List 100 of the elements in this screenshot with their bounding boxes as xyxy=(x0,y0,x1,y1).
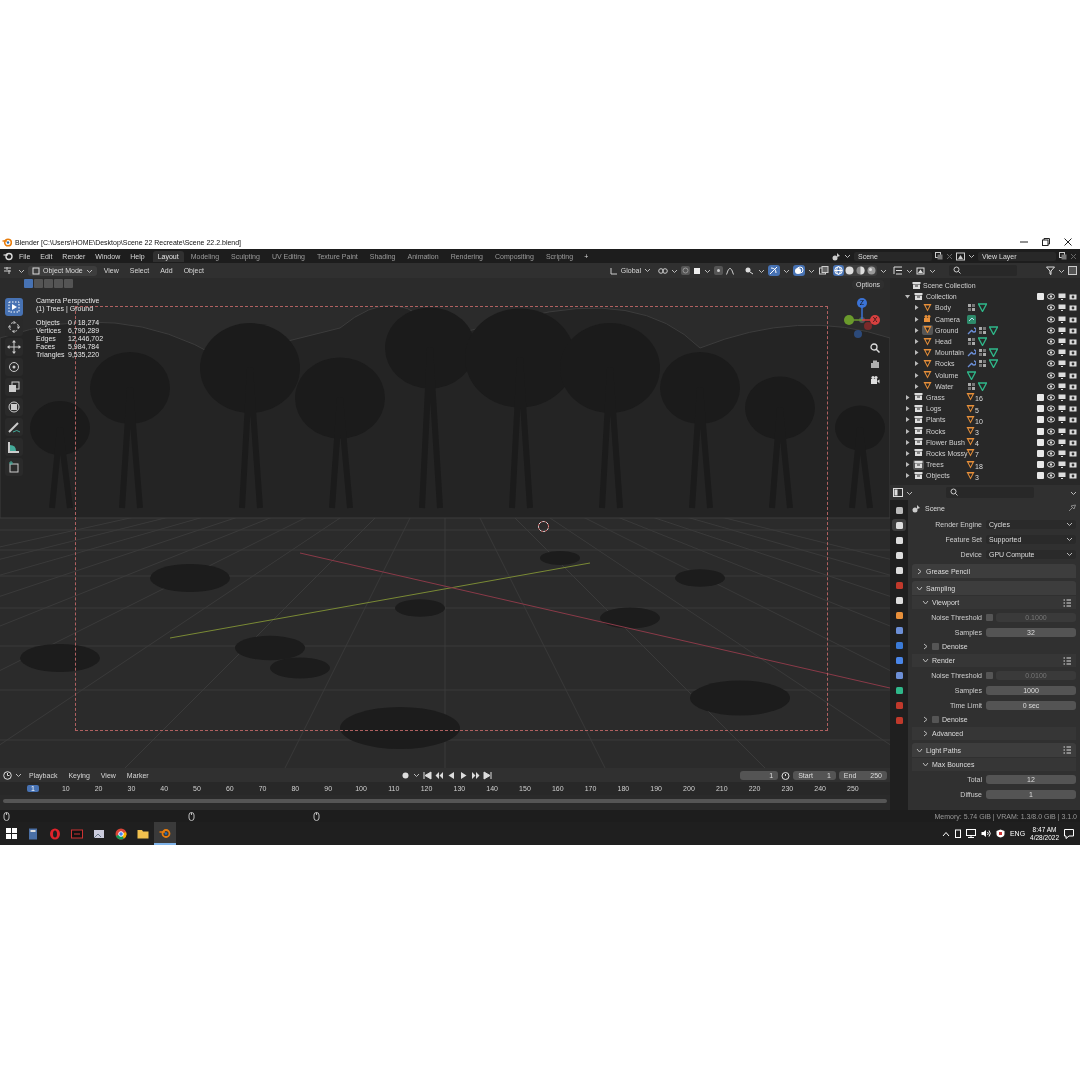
monitor-icon[interactable] xyxy=(1058,304,1066,312)
timeline-scrollbar[interactable] xyxy=(3,799,887,803)
collection-icon[interactable] xyxy=(914,426,923,436)
previous-keyframe-icon[interactable] xyxy=(434,770,444,780)
chevron-icon[interactable] xyxy=(916,567,923,575)
modifier-tab-icon[interactable] xyxy=(894,625,904,635)
checkbox[interactable] xyxy=(932,643,939,650)
annotate-tool-icon[interactable] xyxy=(7,420,21,434)
chevron-icon[interactable] xyxy=(916,584,923,592)
render-camera-icon[interactable] xyxy=(1069,405,1077,413)
presets-icon[interactable] xyxy=(1063,598,1072,607)
wrench-icon[interactable] xyxy=(967,325,976,335)
presets-icon[interactable] xyxy=(1063,746,1072,754)
world-tab-icon[interactable] xyxy=(894,580,904,590)
3d-cursor-icon[interactable] xyxy=(537,520,550,533)
output-tab-icon[interactable] xyxy=(894,535,904,545)
monitor-icon[interactable] xyxy=(1058,315,1066,323)
collection-icon[interactable] xyxy=(914,459,923,469)
play-icon[interactable] xyxy=(458,770,468,780)
transform-tool-icon[interactable] xyxy=(7,400,21,414)
duplicate-icon[interactable] xyxy=(935,252,943,260)
mesh-object-icon[interactable] xyxy=(923,358,932,368)
view-layer-tab-icon[interactable] xyxy=(894,550,904,560)
jump-start-icon[interactable] xyxy=(422,770,432,780)
blender-logo-icon[interactable] xyxy=(3,251,13,261)
zoom-icon[interactable] xyxy=(870,343,880,353)
texture-tab-icon[interactable] xyxy=(894,715,904,725)
render-camera-icon[interactable] xyxy=(1069,338,1077,346)
render-camera-icon[interactable] xyxy=(1069,416,1077,424)
hand-icon[interactable] xyxy=(870,359,880,369)
render-camera-icon[interactable] xyxy=(1069,438,1077,446)
battery-icon[interactable] xyxy=(954,829,961,838)
collection-tab-icon[interactable] xyxy=(894,595,904,605)
network-icon[interactable] xyxy=(965,829,976,838)
select-tool-icon[interactable] xyxy=(7,300,21,314)
render-camera-icon[interactable] xyxy=(1069,360,1077,368)
render-camera-icon[interactable] xyxy=(1069,349,1077,357)
caret-up-icon[interactable] xyxy=(941,830,950,837)
camera-data-icon[interactable] xyxy=(967,314,976,324)
monitor-icon[interactable] xyxy=(1058,371,1066,379)
add-tool-icon[interactable] xyxy=(7,460,21,474)
eye-icon[interactable] xyxy=(1047,338,1055,346)
minimize-icon[interactable] xyxy=(1020,238,1028,246)
monitor-icon[interactable] xyxy=(1058,427,1066,435)
render-camera-icon[interactable] xyxy=(1069,427,1077,435)
vertex-groups-icon[interactable] xyxy=(967,303,976,313)
render-camera-icon[interactable] xyxy=(1069,304,1077,312)
checkbox[interactable] xyxy=(986,671,993,679)
material-tab-icon[interactable] xyxy=(894,700,904,710)
eye-icon[interactable] xyxy=(1047,438,1055,446)
eye-icon[interactable] xyxy=(1047,461,1055,469)
chevron-icon[interactable] xyxy=(916,746,923,754)
vertex-groups-icon[interactable] xyxy=(978,359,987,369)
monitor-icon[interactable] xyxy=(1058,360,1066,368)
mesh-object-icon[interactable] xyxy=(923,336,932,346)
monitor-icon[interactable] xyxy=(1058,472,1066,480)
eye-icon[interactable] xyxy=(1047,360,1055,368)
eye-icon[interactable] xyxy=(1047,393,1055,401)
close-icon[interactable] xyxy=(1064,238,1072,246)
chevron-icon[interactable] xyxy=(922,761,929,768)
eye-icon[interactable] xyxy=(1047,449,1055,457)
data-tab-icon[interactable] xyxy=(894,685,904,695)
chevron-icon[interactable] xyxy=(922,657,929,664)
eye-icon[interactable] xyxy=(1047,326,1055,334)
snap-target-icon[interactable] xyxy=(693,266,701,275)
monitor-icon[interactable] xyxy=(1058,393,1066,401)
collection-icon[interactable] xyxy=(914,448,923,458)
collection-icon[interactable] xyxy=(914,291,923,301)
jump-end-icon[interactable] xyxy=(482,770,492,780)
move-tool-icon[interactable] xyxy=(7,340,21,354)
expand-arrow-icon[interactable] xyxy=(904,416,911,424)
proportional-edit-icon[interactable] xyxy=(714,266,723,275)
search-field[interactable] xyxy=(949,265,1017,276)
monitor-icon[interactable] xyxy=(1058,326,1066,334)
mesh-data-icon[interactable] xyxy=(978,303,987,313)
display-mode-icon[interactable] xyxy=(916,266,926,275)
measure-tool-icon[interactable] xyxy=(7,440,21,454)
expand-arrow-icon[interactable] xyxy=(904,449,911,457)
expand-arrow-icon[interactable] xyxy=(904,461,911,469)
mesh-object-icon[interactable] xyxy=(923,370,932,380)
outliner-editor-icon[interactable] xyxy=(893,266,903,275)
record-icon[interactable] xyxy=(400,770,410,780)
collection-icon[interactable] xyxy=(914,437,923,447)
rotate-tool-icon[interactable] xyxy=(7,360,21,374)
rendered-shading-icon[interactable] xyxy=(867,266,876,275)
mesh-object-icon[interactable] xyxy=(923,325,932,335)
cursor-tool-icon[interactable] xyxy=(7,320,21,334)
xray-toggle-icon[interactable] xyxy=(819,266,829,275)
stopwatch-icon[interactable] xyxy=(781,770,791,780)
solid-shading-icon[interactable] xyxy=(845,266,854,275)
particles-tab-icon[interactable] xyxy=(894,640,904,650)
object-tab-icon[interactable] xyxy=(894,610,904,620)
tool-tab-icon[interactable] xyxy=(894,505,904,515)
vertex-groups-icon[interactable] xyxy=(978,325,987,335)
wireframe-shading-icon[interactable] xyxy=(834,266,843,275)
eye-icon[interactable] xyxy=(1047,405,1055,413)
vertex-groups-icon[interactable] xyxy=(967,381,976,391)
windows-logo-icon[interactable] xyxy=(5,828,17,839)
checkbox[interactable] xyxy=(1037,405,1044,413)
collection-icon[interactable] xyxy=(914,470,923,480)
